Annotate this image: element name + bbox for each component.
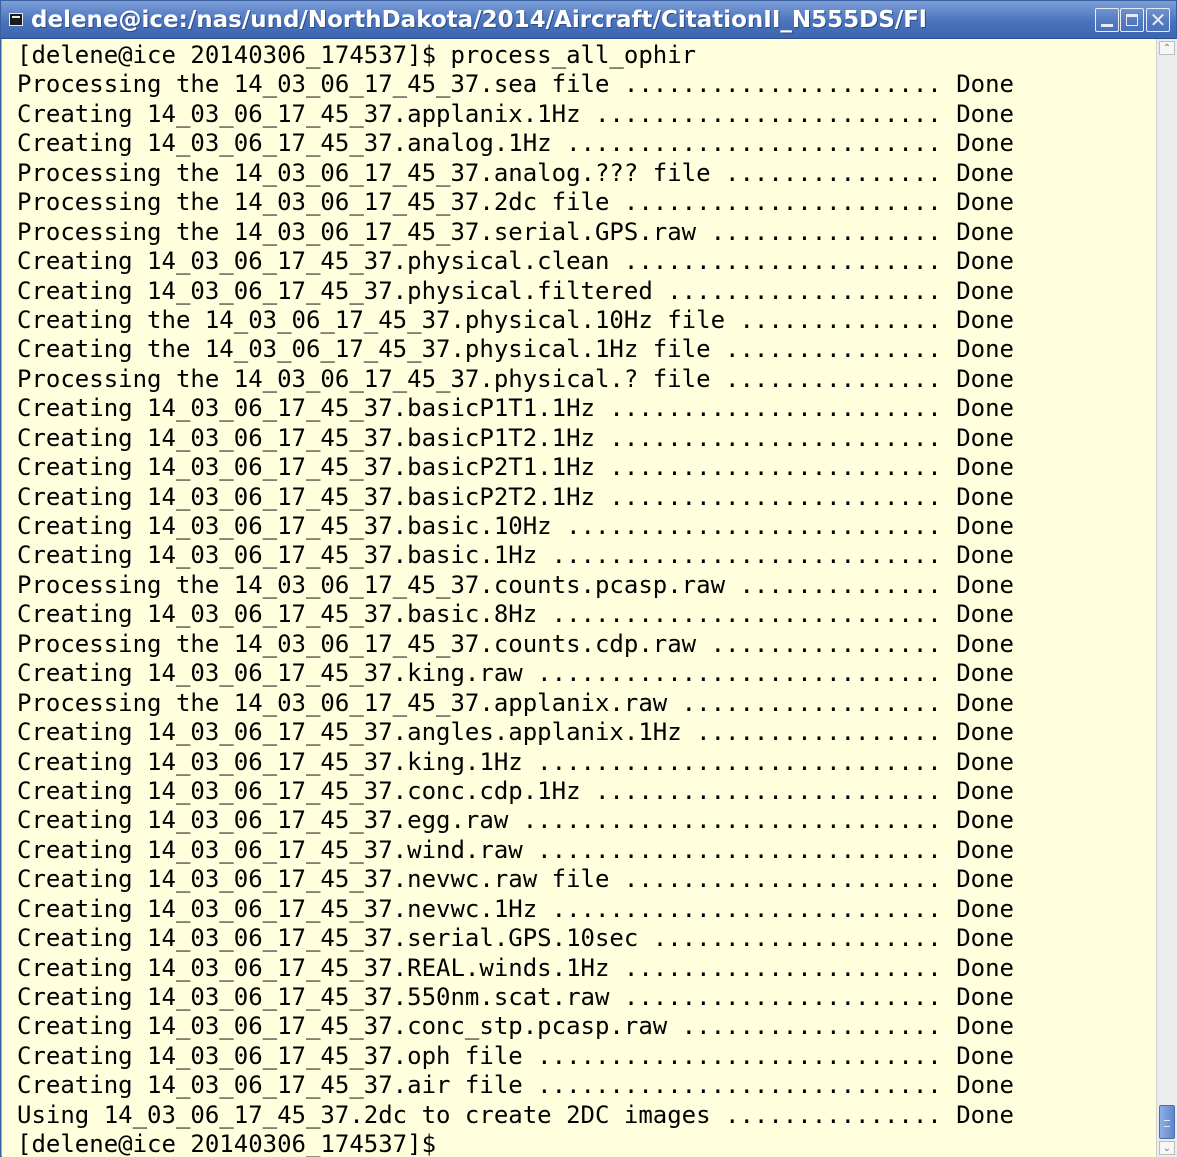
maximize-icon (1126, 14, 1138, 26)
scroll-up-button[interactable]: ⌃ (1159, 41, 1175, 55)
terminal-line: Creating 14_03_06_17_45_37.physical.clea… (17, 247, 1014, 276)
terminal-line: Processing the 14_03_06_17_45_37.applani… (17, 688, 1014, 717)
grip-icon (1164, 1120, 1170, 1127)
terminal-line: Creating 14_03_06_17_45_37.basicP1T2.1Hz… (17, 423, 1014, 452)
close-button[interactable]: ✕ (1146, 8, 1170, 32)
terminal-line: Creating 14_03_06_17_45_37.basicP1T1.1Hz… (17, 394, 1014, 423)
terminal-line: Processing the 14_03_06_17_45_37.2dc fil… (17, 188, 1014, 217)
terminal-line: Processing the 14_03_06_17_45_37.serial.… (17, 217, 1014, 246)
terminal-line: Creating the 14_03_06_17_45_37.physical.… (17, 305, 1014, 334)
scrollbar-thumb[interactable] (1159, 1105, 1175, 1139)
terminal-line: Creating 14_03_06_17_45_37.REAL.winds.1H… (17, 953, 1014, 982)
terminal-line: Creating 14_03_06_17_45_37.550nm.scat.ra… (17, 983, 1014, 1011)
terminal-line: Using 14_03_06_17_45_37.2dc to create 2D… (17, 1100, 1014, 1129)
terminal-line: Creating 14_03_06_17_45_37.conc_stp.pcas… (17, 1012, 1014, 1041)
scroll-down-button[interactable]: ⌄ (1159, 1141, 1175, 1155)
terminal-line: Creating 14_03_06_17_45_37.egg.raw .....… (17, 806, 1014, 835)
maximize-button[interactable] (1120, 8, 1144, 32)
terminal-icon[interactable] (9, 13, 23, 26)
terminal-line: Creating 14_03_06_17_45_37.basicP2T2.1Hz… (17, 482, 1014, 511)
minimize-button[interactable] (1095, 8, 1119, 32)
terminal-window: delene@ice:/nas/und/NorthDakota/2014/Air… (0, 0, 1177, 1157)
terminal-line: Creating 14_03_06_17_45_37.king.1Hz ....… (17, 747, 1014, 776)
terminal-line: Creating the 14_03_06_17_45_37.physical.… (17, 335, 1014, 364)
terminal-line: Creating 14_03_06_17_45_37.basicP2T1.1Hz… (17, 453, 1014, 482)
terminal-line: [delene@ice 20140306_174537]$ process_al… (17, 41, 697, 69)
terminal-line: Creating 14_03_06_17_45_37.wind.raw ....… (17, 835, 1014, 864)
terminal-line: Creating 14_03_06_17_45_37.applanix.1Hz … (17, 99, 1014, 128)
terminal-line: Processing the 14_03_06_17_45_37.physica… (17, 364, 1014, 393)
terminal-line: Creating 14_03_06_17_45_37.conc.cdp.1Hz … (17, 776, 1014, 805)
terminal-line: Processing the 14_03_06_17_45_37.counts.… (17, 629, 1014, 658)
terminal-lines: [delene@ice 20140306_174537]$ process_al… (17, 41, 1014, 1157)
close-icon: ✕ (1149, 8, 1167, 32)
title-bar[interactable]: delene@ice:/nas/und/NorthDakota/2014/Air… (1, 1, 1176, 39)
terminal-line: Creating 14_03_06_17_45_37.basic.1Hz ...… (17, 541, 1014, 570)
terminal-line: Creating 14_03_06_17_45_37.angles.applan… (17, 718, 1014, 747)
terminal-line: Creating 14_03_06_17_45_37.physical.filt… (17, 276, 1014, 305)
terminal-line: Creating 14_03_06_17_45_37.serial.GPS.10… (17, 924, 1014, 953)
terminal-line: Creating 14_03_06_17_45_37.analog.1Hz ..… (17, 129, 1014, 158)
terminal-line: Creating 14_03_06_17_45_37.nevwc.1Hz ...… (17, 894, 1014, 923)
terminal-line: Processing the 14_03_06_17_45_37.counts.… (17, 570, 1014, 599)
terminal-line: Creating 14_03_06_17_45_37.air file ....… (17, 1071, 1014, 1100)
terminal-line: Processing the 14_03_06_17_45_37.analog.… (17, 158, 1014, 187)
terminal-line: Creating 14_03_06_17_45_37.king.raw ....… (17, 659, 1014, 688)
window-title: delene@ice:/nas/und/NorthDakota/2014/Air… (31, 7, 927, 33)
minimize-icon (1101, 24, 1113, 27)
terminal-output[interactable]: [delene@ice 20140306_174537]$ process_al… (2, 39, 1156, 1157)
vertical-scrollbar[interactable]: ⌃ ⌄ (1156, 39, 1177, 1157)
terminal-line: Creating 14_03_06_17_45_37.oph file ....… (17, 1041, 1014, 1070)
terminal-line: [delene@ice 20140306_174537]$ (17, 1130, 437, 1157)
terminal-line: Processing the 14_03_06_17_45_37.sea fil… (17, 70, 1014, 99)
terminal-line: Creating 14_03_06_17_45_37.basic.8Hz ...… (17, 600, 1014, 629)
terminal-line: Creating 14_03_06_17_45_37.nevwc.raw fil… (17, 865, 1014, 894)
terminal-line: Creating 14_03_06_17_45_37.basic.10Hz ..… (17, 512, 1014, 540)
